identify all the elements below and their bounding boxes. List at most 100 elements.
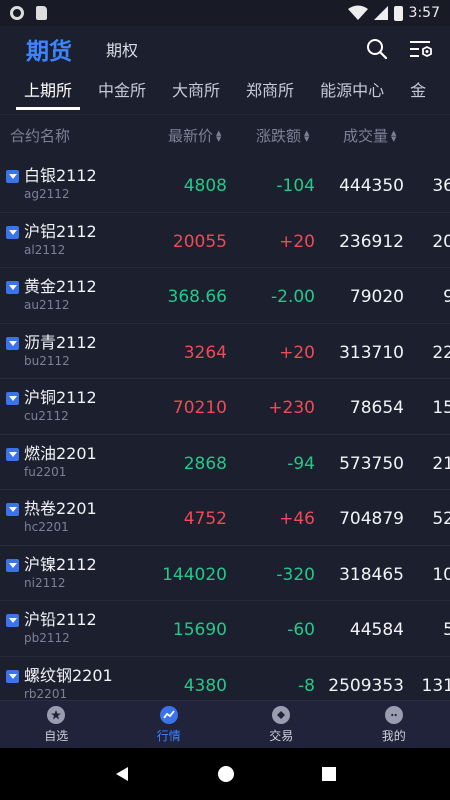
contract-code: hc2201 <box>24 520 69 534</box>
price-change: +20 <box>279 231 315 252</box>
price-change: -8 <box>298 675 315 696</box>
back-icon[interactable] <box>113 765 131 783</box>
contract-code: au2112 <box>24 298 70 312</box>
contract-name: 沪铝2112 <box>24 221 97 241</box>
battery-icon <box>393 5 403 21</box>
notification-circle-icon <box>10 6 24 20</box>
exchange-tab-bar: 上期所 中金所 大商所 郑商所 能源中心 金 <box>0 72 450 114</box>
contract-name: 热卷2201 <box>24 499 97 518</box>
contract-code: al2112 <box>24 242 66 257</box>
dropdown-badge-icon[interactable] <box>6 392 19 405</box>
dropdown-badge-icon[interactable] <box>6 669 19 683</box>
last-price: 144020 <box>162 564 227 585</box>
sort-icon: ▲ ▼ <box>216 128 222 143</box>
nav-label: 行情 <box>156 728 181 743</box>
extra-value: 131 <box>421 675 450 696</box>
tab-futures[interactable]: 期货 <box>26 32 72 66</box>
wifi-icon <box>347 5 368 20</box>
price-change: -60 <box>287 620 315 640</box>
nav-profile[interactable]: 我的 <box>338 701 450 748</box>
chart-icon <box>159 705 178 724</box>
tab-dce[interactable]: 大商所 <box>172 72 220 114</box>
tab-czce[interactable]: 郑商所 <box>246 72 294 114</box>
contract-name: 沪铅2112 <box>24 610 97 629</box>
contract-code: cu2112 <box>24 409 69 423</box>
nav-trade[interactable]: 交易 <box>225 701 338 748</box>
col-price-sort[interactable]: 最新价 ▲ ▼ <box>168 125 221 146</box>
volume: 704879 <box>339 509 404 529</box>
dropdown-badge-icon[interactable] <box>6 336 19 350</box>
status-bar: 3:57 <box>0 0 450 26</box>
dropdown-badge-icon[interactable] <box>6 503 19 516</box>
tab-cffex[interactable]: 中金所 <box>98 72 146 114</box>
nav-watchlist[interactable]: 自选 <box>0 701 113 748</box>
table-row[interactable]: 沪铜2112 cu2112 70210 +230 78654 15 <box>0 379 450 435</box>
sd-card-icon <box>36 6 47 20</box>
table-row[interactable]: 沪镍2112 ni2112 144020 -320 318465 10 <box>0 546 450 601</box>
last-price: 20055 <box>172 231 227 252</box>
contract-name: 白银2112 <box>24 166 97 185</box>
star-icon <box>47 705 66 724</box>
nav-label: 我的 <box>381 728 406 743</box>
bottom-nav: 自选 行情 交易 我的 <box>0 700 450 748</box>
table-row[interactable]: 沪铝2112 al2112 20055 +20 236912 20 <box>0 213 450 268</box>
volume: 573750 <box>339 453 404 474</box>
col-name: 合约名称 <box>10 127 71 145</box>
contract-code: ni2112 <box>24 575 66 590</box>
table-row[interactable]: 燃油2201 fu2201 2868 -94 573750 21 <box>0 435 450 490</box>
app-header: 期货 期权 <box>0 26 450 72</box>
dropdown-badge-icon[interactable] <box>6 170 19 183</box>
dropdown-badge-icon[interactable] <box>6 447 19 461</box>
contract-name: 黄金2112 <box>24 277 97 296</box>
dropdown-badge-icon[interactable] <box>6 225 19 239</box>
contract-code: bu2112 <box>24 353 70 368</box>
col-change-label: 涨跌额 <box>256 127 302 145</box>
table-row[interactable]: 黄金2112 au2112 368.66 -2.00 79020 9 <box>0 268 450 324</box>
table-row[interactable]: 沪铅2112 pb2112 15690 -60 44584 5 <box>0 601 450 657</box>
price-change: +20 <box>279 342 315 363</box>
trade-icon <box>272 705 291 724</box>
sort-icon: ▲ ▼ <box>391 128 397 143</box>
volume: 44584 <box>349 620 404 640</box>
signal-icon <box>373 6 388 20</box>
table-row[interactable]: 沥青2112 bu2112 3264 +20 313710 22 <box>0 324 450 379</box>
last-price: 70210 <box>172 398 227 418</box>
dropdown-badge-icon[interactable] <box>6 558 19 572</box>
dropdown-badge-icon[interactable] <box>6 614 19 627</box>
last-price: 368.66 <box>167 287 227 307</box>
search-icon[interactable] <box>366 38 388 60</box>
contract-code: ag2112 <box>24 187 70 201</box>
col-price-label: 最新价 <box>168 127 214 145</box>
extra-value: 9 <box>443 287 450 307</box>
home-icon[interactable] <box>216 764 236 784</box>
last-price: 4380 <box>183 675 227 696</box>
col-volume-sort[interactable]: 成交量 ▲ ▼ <box>343 125 396 146</box>
volume: 236912 <box>339 231 404 252</box>
last-price: 3264 <box>183 342 227 363</box>
col-volume-label: 成交量 <box>343 127 389 145</box>
dropdown-badge-icon[interactable] <box>6 281 19 294</box>
table-row[interactable]: 白银2112 ag2112 4808 -104 444350 36 <box>0 157 450 213</box>
recents-icon[interactable] <box>321 766 337 782</box>
contract-name: 沥青2112 <box>24 332 97 352</box>
col-change-sort[interactable]: 涨跌额 ▲ ▼ <box>256 125 309 146</box>
nav-label: 自选 <box>44 728 69 743</box>
contract-name: 沪镍2112 <box>24 554 97 574</box>
price-change: +230 <box>268 398 315 418</box>
table-row[interactable]: 热卷2201 hc2201 4752 +46 704879 52 <box>0 490 450 546</box>
tab-ine[interactable]: 能源中心 <box>320 72 384 114</box>
column-header: 合约名称 最新价 ▲ ▼ 涨跌额 ▲ ▼ 成交量 ▲ ▼ <box>0 114 450 156</box>
nav-market[interactable]: 行情 <box>113 701 226 748</box>
settings-list-icon[interactable] <box>408 38 434 60</box>
contract-code: pb2112 <box>24 631 70 645</box>
extra-value: 20 <box>432 231 450 252</box>
quote-table: 白银2112 ag2112 4808 -104 444350 36 沪铝2112 a… <box>0 157 450 712</box>
volume: 79020 <box>349 287 404 307</box>
tab-shfe[interactable]: 上期所 <box>15 72 81 114</box>
last-price: 2868 <box>183 453 227 474</box>
extra-value: 15 <box>432 398 450 418</box>
system-nav-bar <box>0 748 450 800</box>
tab-options[interactable]: 期权 <box>106 37 138 61</box>
contract-name: 沪铜2112 <box>24 388 97 407</box>
tab-gold[interactable]: 金 <box>410 72 426 114</box>
